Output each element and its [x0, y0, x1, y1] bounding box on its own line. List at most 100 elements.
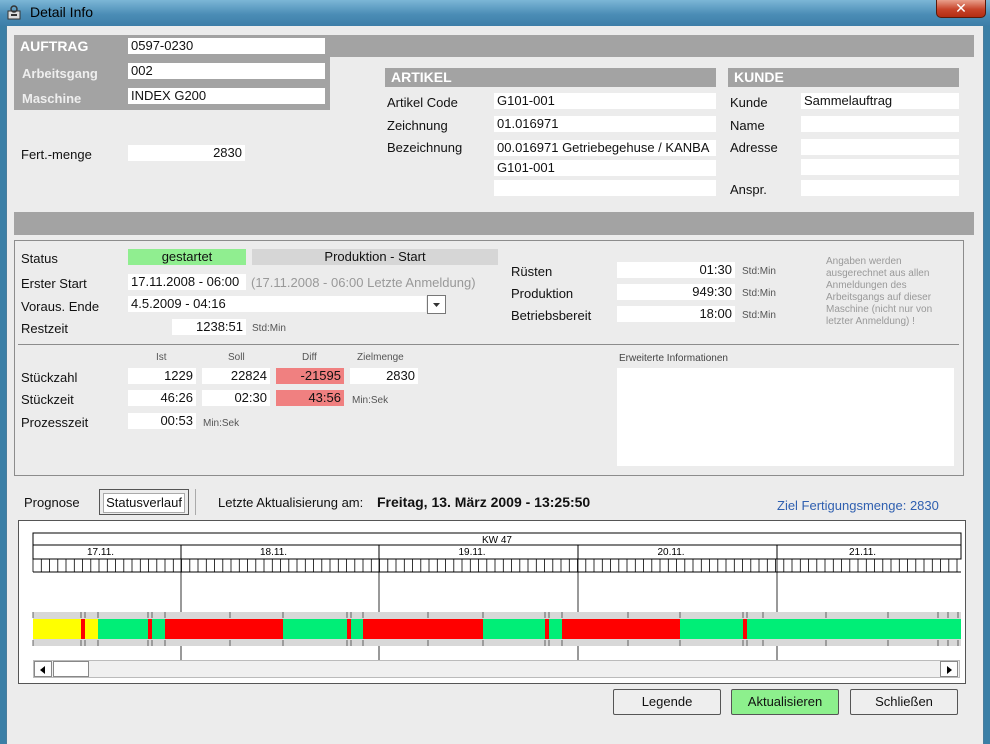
col-ist: Ist [156, 352, 167, 363]
prozesszeit-unit: Min:Sek [203, 418, 240, 429]
timeline-segment-green [680, 619, 743, 639]
prozesszeit-label: Prozesszeit [21, 415, 89, 430]
auftrag-number-field[interactable]: 0597-0230 [128, 38, 325, 54]
stueckzahl-ziel[interactable]: 2830 [350, 368, 418, 384]
timeline-segment-yellow [33, 619, 81, 639]
timeline-segment-red [743, 619, 747, 639]
artikel-code-field[interactable]: G101-001 [494, 93, 716, 109]
bezeichnung-line1[interactable]: 00.016971 Getriebegehuse / KANBA [494, 140, 716, 156]
fertmenge-field[interactable]: 2830 [128, 145, 245, 161]
restzeit-label: Restzeit [21, 321, 68, 336]
adresse-line1[interactable] [801, 139, 959, 155]
anspr-label: Anspr. [730, 182, 767, 197]
timeline-segment-green [483, 619, 545, 639]
timeline-segment-green [152, 619, 165, 639]
arbeitsgang-field[interactable]: 002 [128, 63, 325, 79]
betriebsbereit-field[interactable]: 18:00 [617, 306, 735, 322]
restzeit-field[interactable]: 1238:51 [172, 319, 246, 335]
voraus-ende-field[interactable]: 4.5.2009 - 04:16 [128, 296, 426, 312]
timeline-day-label: 21.11. [849, 547, 876, 558]
artikel-code-label: Artikel Code [387, 95, 458, 110]
maschine-field[interactable]: INDEX G200 [128, 88, 325, 104]
tab-prognose[interactable]: Prognose [24, 495, 80, 510]
produktion-unit: Std:Min [742, 288, 776, 299]
col-soll: Soll [228, 352, 245, 363]
name-field[interactable] [801, 116, 959, 132]
ruesten-field[interactable]: 01:30 [617, 262, 735, 278]
arrow-right-icon [947, 666, 952, 674]
kunde-header: KUNDE [734, 69, 784, 85]
update-prefix: Letzte Aktualisierung am: [218, 495, 364, 510]
stueckzahl-soll[interactable]: 22824 [202, 368, 270, 384]
timeline-segment-green [747, 619, 961, 639]
chevron-down-icon [433, 303, 440, 307]
stueckzahl-label: Stückzahl [21, 370, 78, 385]
kunde-label: Kunde [730, 95, 768, 110]
betriebsbereit-unit: Std:Min [742, 310, 776, 321]
zeiten-note: Angaben werden ausgerechnet aus allen An… [826, 256, 933, 327]
kunde-field[interactable]: Sammelauftrag [801, 93, 959, 109]
scroll-left-button[interactable] [34, 661, 52, 677]
timeline-day-label: 18.11. [260, 547, 287, 558]
ruesten-unit: Std:Min [742, 266, 776, 277]
stueckzeit-ist[interactable]: 46:26 [128, 390, 196, 406]
adresse-label: Adresse [730, 140, 778, 155]
fertmenge-label: Fert.-menge [21, 147, 92, 162]
timeline-week-label: KW 47 [482, 535, 512, 546]
aktualisieren-button[interactable]: Aktualisieren [731, 689, 839, 715]
voraus-ende-dropdown[interactable] [427, 295, 446, 314]
timeline-segment-green [98, 619, 148, 639]
timeline-segment-red [148, 619, 152, 639]
voraus-ende-label: Voraus. Ende [21, 299, 100, 314]
stueckzeit-diff: 43:56 [276, 390, 344, 406]
timeline-segment-green [283, 619, 347, 639]
timeline-segment-green [351, 619, 363, 639]
timeline-segment-red [363, 619, 483, 639]
schliessen-button[interactable]: Schließen [850, 689, 958, 715]
produktion-field[interactable]: 949:30 [617, 284, 735, 300]
scroll-thumb[interactable] [53, 661, 89, 677]
title-bar[interactable] [0, 0, 990, 26]
bezeichnung-label: Bezeichnung [387, 140, 463, 155]
tab-divider [195, 489, 196, 515]
status-label: Status [21, 251, 58, 266]
produktion-label: Produktion [511, 286, 574, 301]
tab-statusverlauf[interactable]: Statusverlauf [99, 489, 189, 515]
name-label: Name [730, 118, 765, 133]
close-icon[interactable]: ✕ [936, 0, 986, 18]
update-value: Freitag, 13. März 2009 - 13:25:50 [377, 494, 591, 510]
auftrag-header: AUFTRAG [20, 38, 89, 54]
zeichnung-field[interactable]: 01.016971 [494, 116, 716, 132]
erster-start-label: Erster Start [21, 276, 87, 291]
col-zielmenge: Zielmenge [357, 352, 404, 363]
legende-button[interactable]: Legende [613, 689, 721, 715]
arbeitsgang-label: Arbeitsgang [22, 66, 98, 81]
restzeit-unit: Std:Min [252, 323, 286, 334]
bezeichnung-line3[interactable] [494, 180, 716, 196]
timeline-segment-red [562, 619, 680, 639]
erweitert-label: Erweiterte Informationen [619, 353, 728, 364]
scroll-right-button[interactable] [940, 661, 958, 677]
timeline-day-bar [32, 544, 962, 560]
col-diff: Diff [302, 352, 317, 363]
stueckzahl-ist[interactable]: 1229 [128, 368, 196, 384]
stueckzahl-diff: -21595 [276, 368, 344, 384]
phase-badge: Produktion - Start [252, 249, 498, 265]
anspr-field[interactable] [801, 180, 959, 196]
stueckzeit-soll[interactable]: 02:30 [202, 390, 270, 406]
maschine-label: Maschine [22, 91, 82, 106]
timeline-segment-red [81, 619, 85, 639]
erster-start-field[interactable]: 17.11.2008 - 06:00 [128, 274, 246, 290]
prozesszeit-field[interactable]: 00:53 [128, 413, 196, 429]
ziel-fertigungsmenge: Ziel Fertigungsmenge: 2830 [777, 498, 939, 513]
betriebsbereit-label: Betriebsbereit [511, 308, 592, 323]
bezeichnung-line2[interactable]: G101-001 [494, 160, 716, 176]
erweitert-textarea[interactable] [617, 368, 954, 466]
timeline-scrollbar[interactable] [33, 660, 960, 678]
timeline-day-label: 19.11. [459, 547, 486, 558]
adresse-line2[interactable] [801, 159, 959, 175]
window-title: Detail Info [30, 4, 94, 20]
ruesten-label: Rüsten [511, 264, 553, 279]
arrow-left-icon [40, 666, 45, 674]
artikel-header: ARTIKEL [391, 69, 452, 85]
